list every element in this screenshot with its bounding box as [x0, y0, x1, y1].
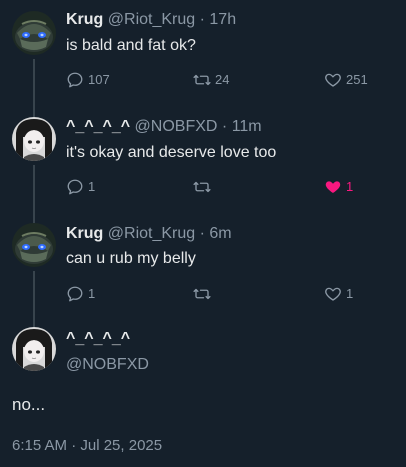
- separator: ·: [199, 225, 205, 242]
- tweet-text: is bald and fat ok?: [66, 37, 196, 54]
- heart-icon: [325, 73, 341, 87]
- reply-icon: [67, 286, 83, 302]
- tweet-actions: 1 1: [66, 284, 386, 304]
- tweet-header: ^_^_^_^ @NOBFXD · 11m: [66, 117, 262, 137]
- retweet-button[interactable]: 24: [193, 70, 229, 90]
- avatar[interactable]: [12, 223, 56, 267]
- like-button[interactable]: 1: [324, 284, 353, 304]
- anime-girl-avatar-icon: [12, 117, 56, 161]
- thread-connector: [33, 115, 35, 117]
- tweet-text: it's okay and deserve love too: [66, 144, 277, 161]
- tweet[interactable]: Krug @Riot_Krug · 17h is bald and fat ok…: [0, 0, 406, 115]
- like-button[interactable]: 251: [324, 70, 368, 90]
- conversation-thread: Krug @Riot_Krug · 17h is bald and fat ok…: [0, 0, 406, 467]
- display-name[interactable]: Krug: [66, 11, 103, 28]
- tweet-timestamp[interactable]: 6:15 AM · Jul 25, 2025: [12, 436, 162, 456]
- main-tweet-text: no...: [12, 395, 46, 414]
- krug-avatar-icon: [12, 223, 56, 267]
- tweet[interactable]: Krug @Riot_Krug · 6m can u rub my belly …: [0, 221, 406, 325]
- reply-icon: [67, 179, 83, 195]
- tweet-actions: 1 1: [66, 177, 386, 197]
- reply-count: 1: [88, 286, 96, 301]
- heart-filled-icon: [325, 181, 341, 193]
- tweet-text: can u rub my belly: [66, 250, 196, 267]
- retweet-icon: [193, 181, 211, 193]
- reply-button[interactable]: 1: [66, 284, 95, 304]
- tweet-header: ^_^_^_^ @NOBFXD: [66, 329, 149, 375]
- reply-count: 1: [88, 179, 96, 194]
- tweet-actions: 107 24 251: [66, 70, 386, 90]
- thread-connector: [33, 165, 35, 221]
- tweet-header: Krug @Riot_Krug · 6m: [66, 224, 232, 244]
- like-button[interactable]: 1: [324, 177, 353, 197]
- tweet-time[interactable]: 17h: [209, 11, 236, 28]
- reply-button[interactable]: 107: [66, 70, 110, 90]
- thread-connector: [33, 59, 35, 115]
- retweet-icon: [193, 288, 211, 300]
- avatar[interactable]: [12, 11, 56, 55]
- tweet-time[interactable]: 6m: [209, 225, 231, 242]
- reply-button[interactable]: 1: [66, 177, 95, 197]
- retweet-button[interactable]: [193, 284, 215, 304]
- handle[interactable]: @NOBFXD: [135, 118, 218, 135]
- handle[interactable]: @NOBFXD: [66, 355, 149, 375]
- display-name[interactable]: ^_^_^_^: [66, 329, 149, 349]
- thread-connector: [33, 271, 35, 325]
- avatar[interactable]: [12, 117, 56, 161]
- anime-girl-avatar-icon: [12, 327, 56, 371]
- avatar[interactable]: [12, 327, 56, 371]
- tweet-header: Krug @Riot_Krug · 17h: [66, 10, 236, 30]
- like-count: 1: [346, 179, 354, 194]
- reply-count: 107: [88, 72, 110, 87]
- reply-icon: [67, 72, 83, 88]
- display-name[interactable]: Krug: [66, 225, 103, 242]
- separator: ·: [199, 11, 205, 28]
- tweet-time[interactable]: 11m: [232, 118, 262, 135]
- like-count: 1: [346, 286, 354, 301]
- thread-connector: [33, 221, 35, 223]
- like-count: 251: [346, 72, 368, 87]
- heart-icon: [325, 287, 341, 301]
- display-name[interactable]: ^_^_^_^: [66, 118, 130, 135]
- retweet-button[interactable]: [193, 177, 215, 197]
- krug-avatar-icon: [12, 11, 56, 55]
- retweet-count: 24: [215, 72, 230, 87]
- handle[interactable]: @Riot_Krug: [108, 225, 195, 242]
- retweet-icon: [193, 74, 211, 86]
- handle[interactable]: @Riot_Krug: [108, 11, 195, 28]
- separator: ·: [221, 118, 228, 135]
- tweet[interactable]: ^_^_^_^ @NOBFXD · 11m it's okay and dese…: [0, 115, 406, 221]
